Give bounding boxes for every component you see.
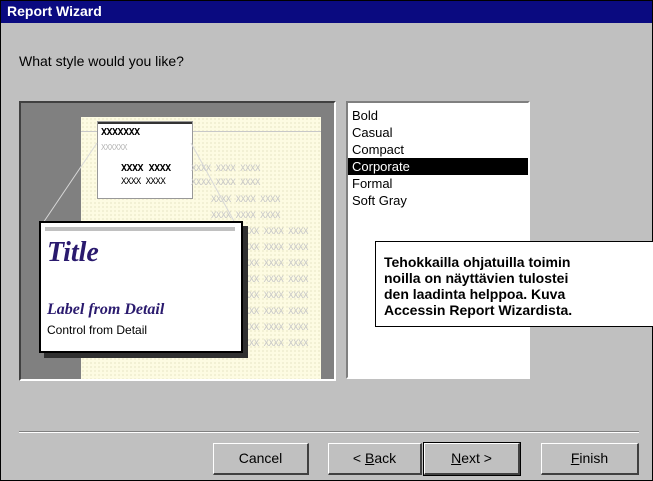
style-option-casual[interactable]: Casual	[348, 124, 528, 141]
caption-text: Tehokkailla ohjatuilla toimin noilla on …	[384, 254, 653, 318]
zoom-label: Label from Detail	[47, 301, 165, 318]
next-hotkey: N	[451, 450, 462, 466]
style-listbox[interactable]: Bold Casual Compact Corporate Formal Sof…	[346, 101, 530, 379]
caption-line: noilla on näyttävien tulostei	[384, 270, 569, 286]
window-title: Report Wizard	[7, 3, 102, 19]
finish-label: inish	[579, 450, 609, 466]
next-label: ext >	[461, 450, 492, 466]
style-option-compact[interactable]: Compact	[348, 141, 528, 158]
finish-button[interactable]: Finish	[541, 443, 639, 475]
cancel-button[interactable]: Cancel	[213, 443, 309, 475]
style-preview: XXXXXXX XXXXXX XXXX XXXX XXXX XXXX XXXX …	[19, 101, 336, 381]
title-bar: Report Wizard	[1, 1, 652, 23]
back-prefix: <	[352, 450, 365, 466]
caption-line: Accessin Report Wizardista.	[384, 302, 573, 318]
zoom-detail-box: Title Label from Detail Control from Det…	[39, 221, 243, 353]
caption-line: Tehokkailla ohjatuilla toimin	[384, 254, 571, 270]
style-option-formal[interactable]: Formal	[348, 175, 528, 192]
style-prompt: What style would you like?	[19, 53, 184, 69]
next-button[interactable]: Next >	[423, 442, 521, 476]
style-option-soft-gray[interactable]: Soft Gray	[348, 192, 528, 209]
style-list: Bold Casual Compact Corporate Formal Sof…	[348, 103, 528, 209]
style-option-bold[interactable]: Bold	[348, 107, 528, 124]
style-option-corporate[interactable]: Corporate	[348, 158, 528, 175]
button-separator	[19, 431, 639, 433]
cancel-label: Cancel	[238, 450, 283, 466]
report-wizard-window: Report Wizard What style would you like?…	[0, 0, 653, 481]
back-button[interactable]: < Back	[328, 443, 422, 475]
zoom-title: Title	[47, 237, 99, 268]
caption-overlay: Tehokkailla ohjatuilla toimin noilla on …	[375, 241, 653, 327]
zoom-control: Control from Detail	[47, 323, 148, 337]
back-hotkey: B	[364, 450, 375, 466]
back-label: ack	[374, 450, 397, 466]
caption-line: den laadinta helppoa. Kuva	[384, 286, 566, 302]
zoom-bar	[45, 227, 235, 231]
